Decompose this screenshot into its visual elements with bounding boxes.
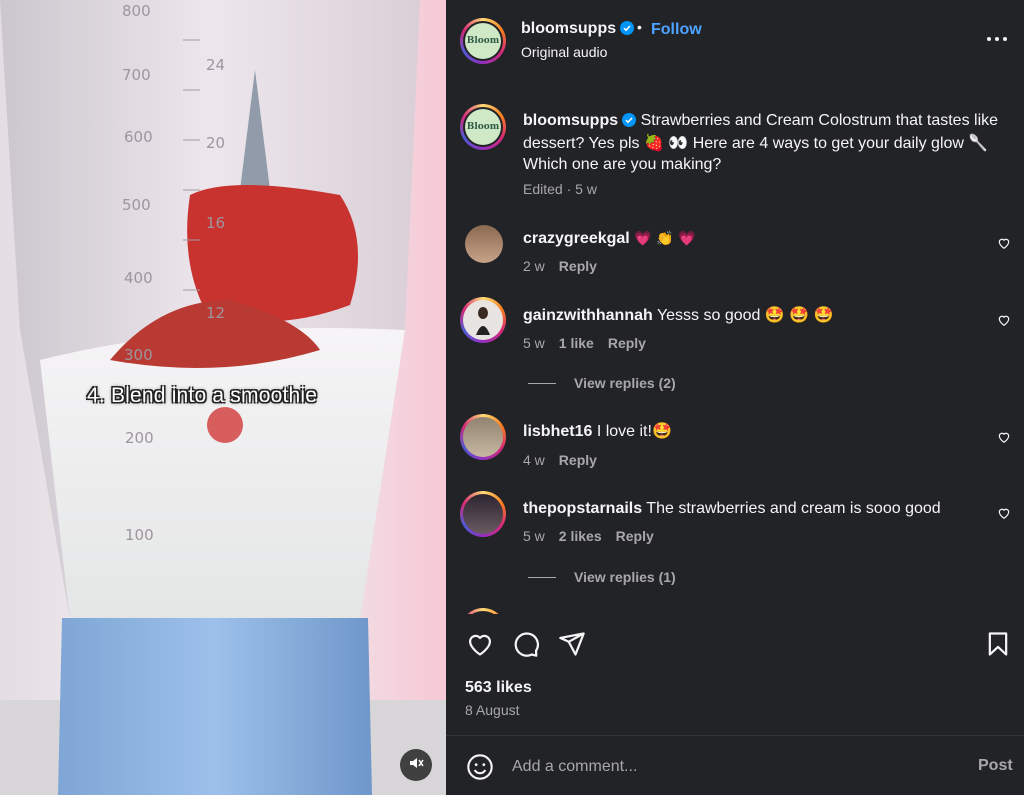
comment-text: 💗 👏 💗 xyxy=(634,231,696,247)
comment-username[interactable]: thepopstarnails xyxy=(523,500,642,517)
verified-badge-icon xyxy=(622,112,637,133)
comment-age: 5 w xyxy=(523,528,545,544)
reply-button[interactable]: Reply xyxy=(559,258,597,274)
comment-meta: 4 w Reply xyxy=(523,452,611,468)
replies-divider-line xyxy=(528,576,556,578)
comment-meta: 2 w Reply xyxy=(523,258,611,274)
reply-button[interactable]: Reply xyxy=(559,452,597,468)
jar-ml-marking: 700 xyxy=(122,66,151,84)
post-action-bar xyxy=(446,622,1024,666)
post-video[interactable]: 800 700 600 500 400 300 200 100 24 20 16… xyxy=(0,0,446,795)
commenter-avatar[interactable] xyxy=(465,225,503,263)
view-replies-label: View replies (1) xyxy=(574,569,676,585)
comment-age: 2 w xyxy=(523,258,545,274)
bloom-logo: Bloom xyxy=(465,23,501,59)
jar-ml-marking: 200 xyxy=(125,429,154,447)
commenter-avatar[interactable] xyxy=(460,414,506,460)
jar-ml-marking: 800 xyxy=(122,2,151,20)
comment-bubble-icon[interactable] xyxy=(512,630,540,658)
author-username: bloomsupps xyxy=(521,20,617,37)
jar-oz-marking: 12 xyxy=(206,304,225,322)
author-username-link[interactable]: bloomsupps xyxy=(521,20,635,40)
muted-speaker-icon xyxy=(408,755,424,776)
comment-text: Yesss so good 🤩 🤩 🤩 xyxy=(656,307,834,324)
add-comment-input[interactable] xyxy=(512,754,942,780)
save-bookmark-icon[interactable] xyxy=(984,630,1012,658)
comment-age: 5 w xyxy=(523,335,545,351)
verified-badge-icon xyxy=(620,21,635,40)
video-caption-overlay: 4. Blend into a smoothie xyxy=(87,384,318,407)
like-comment-heart-icon[interactable] xyxy=(997,236,1011,250)
audio-link[interactable]: Original audio xyxy=(521,44,607,60)
header-separator: • xyxy=(637,19,642,35)
jar-ml-marking: 100 xyxy=(125,526,154,544)
comment-like-count[interactable]: 2 likes xyxy=(559,528,602,544)
commenter-avatar[interactable] xyxy=(460,297,506,343)
jar-ml-marking: 300 xyxy=(124,346,153,364)
comment-item: thepopstarnails The strawberries and cre… xyxy=(523,498,1003,519)
view-replies-label: View replies (2) xyxy=(574,375,676,391)
post-side-panel: Bloom bloomsupps • Follow Original audio… xyxy=(446,0,1024,795)
jar-ml-marking: 600 xyxy=(124,128,153,146)
author-avatar[interactable]: Bloom xyxy=(460,18,506,64)
comment-meta: 5 w 2 likes Reply xyxy=(523,528,668,544)
emoji-smiley-icon[interactable] xyxy=(466,753,494,781)
jar-ml-marking: 500 xyxy=(122,196,151,214)
comment-age: 4 w xyxy=(523,452,545,468)
comment-item: lisbhet16 I love it!🤩 xyxy=(523,421,1003,442)
comment-username[interactable]: gainzwithhannah xyxy=(523,307,653,324)
comment-username[interactable]: crazygreekgal xyxy=(523,230,630,247)
comment-item: gainzwithhannah Yesss so good 🤩 🤩 🤩 xyxy=(523,305,1003,326)
replies-divider-line xyxy=(528,382,556,384)
bloom-logo: Bloom xyxy=(465,109,501,145)
comment-item: crazygreekgal 💗 👏 💗 xyxy=(523,228,1003,250)
jar-oz-marking: 20 xyxy=(206,134,225,152)
jar-oz-marking: 16 xyxy=(206,214,225,232)
reply-button[interactable]: Reply xyxy=(616,528,654,544)
comment-meta: 5 w 1 like Reply xyxy=(523,335,660,351)
like-count[interactable]: 563 likes xyxy=(465,679,532,697)
like-heart-icon[interactable] xyxy=(466,630,494,658)
reply-button[interactable]: Reply xyxy=(608,335,646,351)
comment-text: The strawberries and cream is sooo good xyxy=(646,500,941,517)
mute-toggle-button[interactable] xyxy=(400,749,432,781)
more-options-icon[interactable] xyxy=(984,26,1010,52)
commenter-avatar[interactable] xyxy=(460,608,506,614)
jar-oz-marking: 24 xyxy=(206,56,225,74)
jar-ml-marking: 400 xyxy=(124,269,153,287)
post-comment-button[interactable]: Post xyxy=(978,757,1013,775)
view-replies-button[interactable]: View replies (2) xyxy=(528,375,676,391)
caption-meta: Edited · 5 w xyxy=(523,181,597,197)
post-caption: bloomsupps Strawberries and Cream Colost… xyxy=(523,110,1003,175)
comment-composer: Post xyxy=(446,735,1024,795)
like-comment-heart-icon[interactable] xyxy=(997,430,1011,444)
comment-username[interactable]: lisbhet16 xyxy=(523,423,592,440)
view-replies-button[interactable]: View replies (1) xyxy=(528,569,676,585)
post-header: Bloom bloomsupps • Follow Original audio xyxy=(446,0,1024,84)
post-date[interactable]: 8 August xyxy=(465,702,520,718)
like-comment-heart-icon[interactable] xyxy=(997,313,1011,327)
comments-section[interactable]: Bloom bloomsupps Strawberries and Cream … xyxy=(446,84,1024,614)
comment-text: I love it!🤩 xyxy=(596,423,672,440)
comment-like-count[interactable]: 1 like xyxy=(559,335,594,351)
caption-author-avatar[interactable]: Bloom xyxy=(460,104,506,150)
caption-username[interactable]: bloomsupps xyxy=(523,112,618,129)
follow-button[interactable]: Follow xyxy=(651,21,702,39)
commenter-avatar[interactable] xyxy=(460,491,506,537)
like-comment-heart-icon[interactable] xyxy=(997,506,1011,520)
share-paper-plane-icon[interactable] xyxy=(558,630,586,658)
